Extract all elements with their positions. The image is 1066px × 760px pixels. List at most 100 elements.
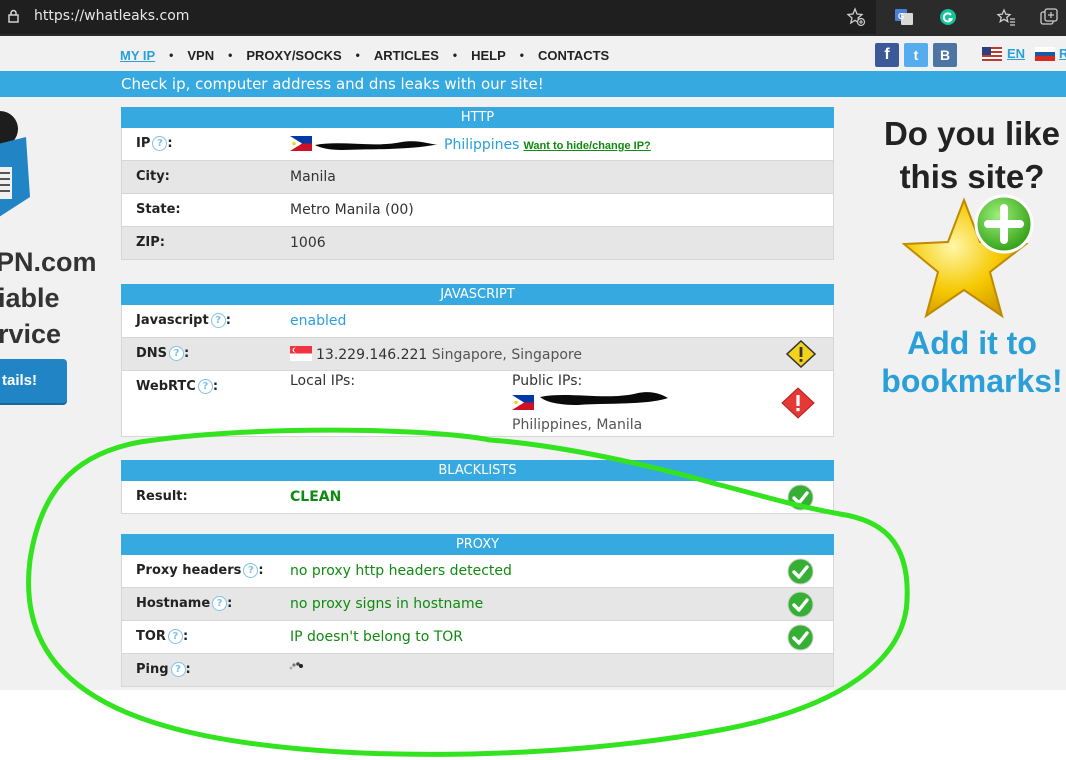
tor-row: TOR?: IP doesn't belong to TOR — [121, 621, 834, 654]
help-icon[interactable]: ? — [210, 313, 226, 328]
vpn-logo-icon — [0, 111, 30, 217]
public-ips-label: Public IPs: — [512, 373, 583, 389]
nav-vpn[interactable]: VPN — [187, 48, 214, 63]
webrtc-row: WebRTC?: Local IPs: Public IPs: Philippi… — [121, 371, 834, 437]
check-icon — [787, 624, 814, 651]
nav-help[interactable]: HELP — [471, 48, 506, 63]
promo-bookmark-link[interactable]: Add it to bookmarks! — [872, 324, 1066, 400]
redaction-mark — [540, 392, 668, 405]
help-icon[interactable]: ? — [152, 136, 168, 151]
nav-separator: • — [452, 48, 458, 62]
hostname-value: no proxy signs in hostname — [290, 596, 484, 612]
check-icon — [787, 558, 814, 585]
screen: https://whatleaks.com G MY IP • VPN • PR… — [0, 0, 1066, 760]
help-icon[interactable]: ? — [167, 629, 183, 644]
result-value: CLEAN — [290, 489, 342, 505]
tor-value: IP doesn't belong to TOR — [290, 629, 464, 645]
facebook-share-button[interactable]: f — [875, 43, 899, 67]
address-bar[interactable]: https://whatleaks.com — [0, 0, 876, 34]
javascript-value: enabled — [290, 313, 347, 329]
city-row: City: Manila — [121, 161, 834, 194]
nav-my-ip[interactable]: MY IP — [120, 48, 155, 63]
grammarly-icon[interactable] — [938, 7, 958, 27]
javascript-row: Javascript?: enabled — [121, 305, 834, 338]
zip-label: ZIP: — [136, 235, 165, 250]
state-label: State: — [136, 202, 181, 217]
hostname-row: Hostname?: no proxy signs in hostname — [121, 588, 834, 621]
dns-row: DNS?: 13.229.146.221 Singapore, Singapor… — [121, 338, 834, 371]
proxy-headers-row: Proxy headers?: no proxy http headers de… — [121, 555, 834, 588]
twitter-share-button[interactable]: t — [904, 43, 928, 67]
ip-country: Philippines — [444, 137, 520, 153]
blacklists-panel: BLACKLISTS Result: CLEAN — [121, 460, 834, 514]
proxy-header: PROXY — [121, 534, 834, 555]
javascript-header: JAVASCRIPT — [121, 284, 834, 305]
philippines-flag-icon — [512, 395, 534, 410]
tagline-banner: Check ip, computer address and dns leaks… — [0, 71, 1066, 97]
ad-headline-2: iable — [0, 283, 60, 313]
http-panel: HTTP IP?: Philippines Want to hide/change… — [121, 107, 834, 260]
ping-row: Ping?: — [121, 654, 834, 687]
singapore-flag-icon — [290, 346, 312, 361]
javascript-label: Javascript?: — [136, 313, 231, 328]
ad-headline-3: rvice — [0, 319, 62, 349]
dns-location: Singapore, Singapore — [431, 347, 582, 363]
dns-label: DNS?: — [136, 346, 190, 361]
help-icon[interactable]: ? — [197, 379, 213, 394]
hide-ip-link[interactable]: Want to hide/change IP? — [523, 140, 650, 152]
check-icon — [787, 591, 814, 618]
help-icon[interactable]: ? — [243, 563, 259, 578]
local-ips-label: Local IPs: — [290, 373, 356, 389]
zip-value: 1006 — [290, 235, 326, 251]
tor-label: TOR?: — [136, 629, 189, 644]
warning-icon — [786, 340, 816, 368]
help-icon[interactable]: ? — [212, 596, 228, 611]
ip-label: IP?: — [136, 136, 173, 151]
loading-spinner-icon — [289, 662, 303, 670]
page-blank-area — [0, 690, 1066, 760]
ad-details-button[interactable]: tails! — [0, 359, 67, 403]
public-ip-location: Philippines, Manila — [512, 417, 643, 433]
bookmark-star-icon[interactable] — [902, 190, 1042, 320]
check-icon — [787, 484, 814, 511]
ip-row: IP?: Philippines Want to hide/change IP? — [121, 128, 834, 161]
ping-label: Ping?: — [136, 662, 191, 677]
nav-articles[interactable]: ARTICLES — [374, 48, 439, 63]
javascript-panel: JAVASCRIPT Javascript?: enabled DNS?: 13… — [121, 284, 834, 437]
favorites-icon[interactable] — [996, 7, 1016, 27]
nav-separator: • — [355, 48, 360, 62]
us-flag-icon — [982, 47, 1002, 61]
proxy-headers-value: no proxy http headers detected — [290, 563, 512, 579]
dns-ip: 13.229.146.221 — [316, 347, 428, 363]
main-nav: MY IP • VPN • PROXY/SOCKS • ARTICLES • H… — [120, 46, 609, 64]
collections-icon[interactable] — [1039, 7, 1059, 27]
nav-separator: • — [228, 48, 233, 62]
webrtc-label: WebRTC?: — [136, 379, 219, 394]
svg-text:G: G — [898, 12, 904, 21]
philippines-flag-icon — [290, 136, 312, 151]
lang-ru-link[interactable]: R — [1059, 46, 1066, 61]
nav-contacts[interactable]: CONTACTS — [538, 48, 609, 63]
nav-proxy-socks[interactable]: PROXY/SOCKS — [246, 48, 341, 63]
http-header: HTTP — [121, 107, 834, 128]
city-label: City: — [136, 169, 170, 184]
lock-icon — [8, 9, 19, 23]
zip-row: ZIP: 1006 — [121, 227, 834, 260]
state-value: Metro Manila (00) — [290, 202, 414, 218]
ru-flag-icon — [1035, 47, 1055, 61]
translate-icon[interactable]: G — [894, 7, 914, 27]
vpn-ad[interactable]: PN.com iable rvice tails! — [0, 97, 110, 437]
proxy-headers-label: Proxy headers?: — [136, 563, 264, 578]
result-label: Result: — [136, 489, 188, 504]
blacklists-header: BLACKLISTS — [121, 460, 834, 481]
help-icon[interactable]: ? — [169, 346, 185, 361]
lang-en-link[interactable]: EN — [1007, 46, 1025, 61]
browser-toolbar: https://whatleaks.com G — [0, 0, 1066, 36]
vk-share-button[interactable]: B — [933, 43, 957, 67]
favorite-star-icon[interactable] — [846, 7, 866, 27]
nav-separator: • — [519, 48, 524, 62]
help-icon[interactable]: ? — [170, 662, 186, 677]
dns-value: 13.229.146.221 Singapore, Singapore — [290, 346, 582, 363]
state-row: State: Metro Manila (00) — [121, 194, 834, 227]
promo-question: Do you like this site? — [883, 115, 1061, 195]
